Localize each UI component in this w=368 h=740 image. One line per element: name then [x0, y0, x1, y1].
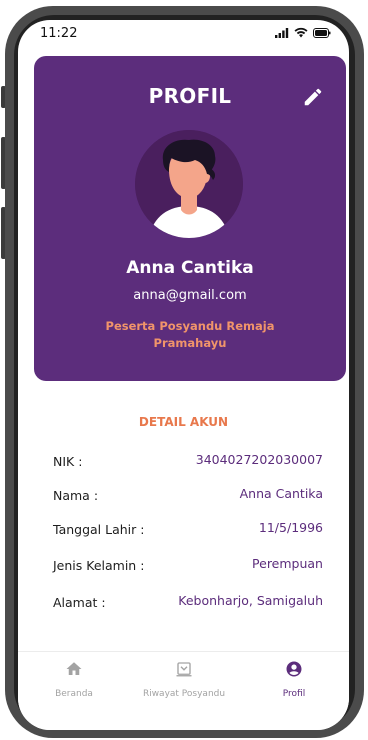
detail-row-nama: Nama : Anna Cantika: [53, 486, 323, 508]
avatar: [135, 130, 243, 238]
pencil-icon: [304, 88, 322, 106]
detail-section-title: DETAIL AKUN: [138, 415, 229, 429]
detail-row-tanggal-lahir: Tanggal Lahir : 11/5/1996: [53, 520, 323, 542]
wifi-icon: [294, 27, 308, 38]
bottom-nav: Beranda Riwayat Posyandu Profil: [18, 651, 349, 730]
status-time: 11:22: [40, 26, 78, 41]
profile-name: Anna Cantika: [126, 258, 254, 278]
detail-label: NIK :: [53, 454, 83, 469]
detail-value: Kebonharjo, Samigaluh: [178, 593, 323, 608]
home-icon: [66, 662, 82, 675]
profile-role: Peserta Posyandu Remaja Pramahayu: [105, 319, 275, 350]
detail-label: Tanggal Lahir :: [53, 522, 145, 537]
nav-item-profil[interactable]: Profil: [244, 660, 344, 700]
profile-email: anna@gmail.com: [133, 288, 247, 303]
detail-label: Jenis Kelamin :: [53, 558, 145, 573]
nav-item-beranda[interactable]: Beranda: [24, 660, 124, 700]
signal-icon: [275, 27, 289, 38]
edit-profile-button[interactable]: [302, 86, 324, 108]
avatar-illustration: [135, 130, 243, 238]
nav-item-riwayat-posyandu[interactable]: Riwayat Posyandu: [134, 660, 234, 700]
nav-label: Profil: [282, 689, 306, 699]
detail-value: 3404027202030007: [195, 452, 323, 467]
detail-row-nik: NIK : 3404027202030007: [53, 452, 323, 474]
detail-label: Alamat :: [53, 595, 106, 610]
detail-label: Nama :: [53, 488, 99, 503]
detail-value: Perempuan: [252, 556, 323, 571]
nav-label: Riwayat Posyandu: [142, 689, 226, 699]
detail-value: 11/5/1996: [258, 520, 323, 535]
app-screen: 11:22 PROFIL Anna Cantika anna@gmail.com…: [18, 20, 349, 730]
detail-row-alamat: Alamat : Kebonharjo, Samigaluh: [53, 593, 323, 615]
page-title: PROFIL: [148, 84, 232, 108]
detail-value: Anna Cantika: [239, 486, 323, 501]
history-icon: [176, 662, 192, 677]
account-circle-icon: [286, 661, 302, 677]
battery-icon: [313, 27, 331, 38]
detail-row-jenis-kelamin: Jenis Kelamin : Perempuan: [53, 556, 323, 578]
profile-card: PROFIL Anna Cantika anna@gmail.com Peser…: [34, 56, 346, 381]
nav-label: Beranda: [55, 689, 93, 699]
status-icons: [275, 27, 331, 38]
